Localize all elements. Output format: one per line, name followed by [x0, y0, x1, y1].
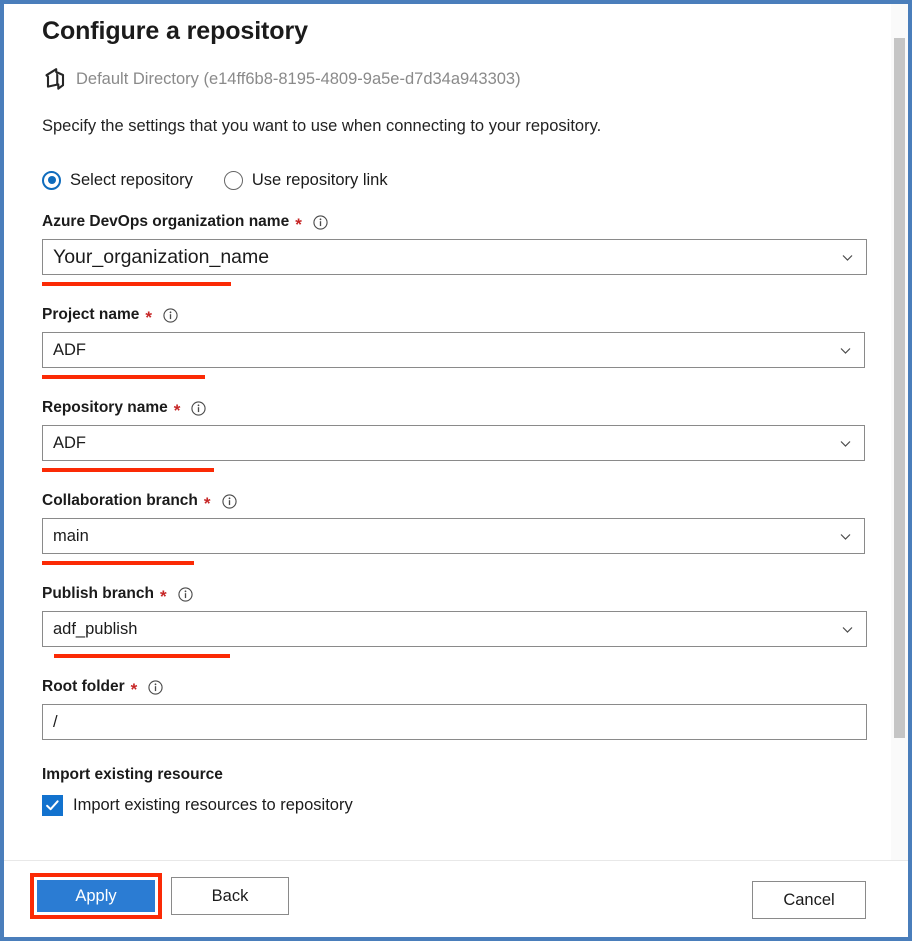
- field-label: Project name: [42, 306, 140, 323]
- field-label-row: Azure DevOps organization name *: [42, 212, 908, 234]
- cancel-button[interactable]: Cancel: [752, 881, 866, 919]
- field-label: Root folder: [42, 678, 125, 695]
- dialog-subtitle: Specify the settings that you want to us…: [42, 117, 602, 135]
- required-indicator: *: [203, 493, 211, 513]
- field-publish-branch: Publish branch * adf_publish: [42, 584, 908, 658]
- dialog-scroll-area: Configure a repository Default Directory…: [4, 4, 908, 861]
- checkbox-checked: [42, 794, 63, 816]
- directory-name: Default Directory (e14ff6b8-8195-4809-9a…: [76, 69, 521, 88]
- field-project-name: Project name * ADF: [42, 305, 908, 379]
- vertical-scrollbar[interactable]: [891, 4, 908, 861]
- info-icon[interactable]: [163, 307, 178, 323]
- repository-source-radio-group: Select repository Use repository link: [42, 167, 908, 193]
- radio-label-use-repository-link: Use repository link: [251, 170, 388, 189]
- field-label-row: Repository name *: [42, 398, 908, 420]
- field-label: Publish branch: [42, 585, 154, 602]
- annotation-underline: [42, 375, 205, 379]
- radio-mark-selected: [42, 170, 61, 190]
- repository-name-dropdown[interactable]: ADF: [42, 425, 865, 461]
- field-collaboration-branch: Collaboration branch * main: [42, 491, 908, 565]
- info-icon[interactable]: [148, 679, 163, 695]
- radio-label-select-repository: Select repository: [70, 170, 193, 189]
- root-folder-input[interactable]: /: [42, 704, 867, 740]
- scrollbar-thumb[interactable]: [894, 38, 905, 738]
- dialog-footer: Apply Back Cancel: [4, 860, 908, 937]
- field-repository-name: Repository name * ADF: [42, 398, 908, 472]
- radio-option-use-repository-link[interactable]: Use repository link: [223, 170, 388, 190]
- field-organization-name: Azure DevOps organization name * Your_or…: [42, 212, 908, 286]
- project-name-dropdown[interactable]: ADF: [42, 332, 865, 368]
- repository-name-value: ADF: [53, 433, 86, 452]
- radio-mark-unselected: [223, 170, 243, 190]
- azure-devops-icon: [42, 66, 68, 92]
- root-folder-value: /: [53, 712, 58, 731]
- field-label-row: Root folder *: [42, 677, 908, 699]
- radio-option-select-repository[interactable]: Select repository: [42, 170, 193, 190]
- annotation-underline: [42, 468, 214, 472]
- apply-button-annotation: Apply: [30, 873, 162, 919]
- info-icon[interactable]: [177, 586, 193, 602]
- footer-primary-actions: Apply Back: [30, 873, 289, 919]
- import-existing-resources-checkbox[interactable]: Import existing resources to repository: [42, 793, 908, 817]
- configure-repository-dialog: Configure a repository Default Directory…: [0, 0, 912, 941]
- field-label: Azure DevOps organization name: [42, 213, 290, 230]
- organization-name-dropdown[interactable]: Your_organization_name: [42, 239, 867, 275]
- field-label-row: Publish branch *: [42, 584, 908, 606]
- annotation-underline: [42, 282, 231, 286]
- back-button[interactable]: Back: [171, 877, 289, 915]
- required-indicator: *: [295, 214, 302, 234]
- annotation-underline: [42, 561, 194, 565]
- directory-row: Default Directory (e14ff6b8-8195-4809-9a…: [42, 65, 908, 93]
- publish-branch-dropdown[interactable]: adf_publish: [42, 611, 867, 647]
- publish-branch-value: adf_publish: [53, 619, 138, 638]
- import-section-heading: Import existing resource: [42, 766, 223, 783]
- required-indicator: *: [145, 307, 152, 327]
- info-icon[interactable]: [221, 493, 237, 509]
- chevron-down-icon: [841, 623, 854, 636]
- annotation-underline: [54, 654, 230, 658]
- project-name-value: ADF: [53, 340, 86, 359]
- field-label: Repository name: [42, 399, 168, 416]
- info-icon[interactable]: [313, 214, 328, 230]
- field-label-row: Project name *: [42, 305, 908, 327]
- page-title: Configure a repository: [42, 17, 308, 45]
- field-label: Collaboration branch: [42, 492, 198, 509]
- collaboration-branch-value: main: [53, 526, 89, 545]
- field-label-row: Collaboration branch *: [42, 491, 908, 513]
- required-indicator: *: [130, 679, 138, 699]
- organization-name-value: Your_organization_name: [53, 245, 270, 268]
- collaboration-branch-dropdown[interactable]: main: [42, 518, 865, 554]
- chevron-down-icon: [841, 251, 854, 264]
- import-checkbox-label: Import existing resources to repository: [73, 795, 353, 814]
- chevron-down-icon: [839, 530, 852, 543]
- info-icon[interactable]: [191, 400, 207, 416]
- required-indicator: *: [159, 586, 167, 606]
- field-root-folder: Root folder * /: [42, 677, 908, 740]
- chevron-down-icon: [839, 344, 852, 357]
- required-indicator: *: [173, 400, 181, 420]
- chevron-down-icon: [839, 437, 852, 450]
- apply-button[interactable]: Apply: [37, 880, 155, 912]
